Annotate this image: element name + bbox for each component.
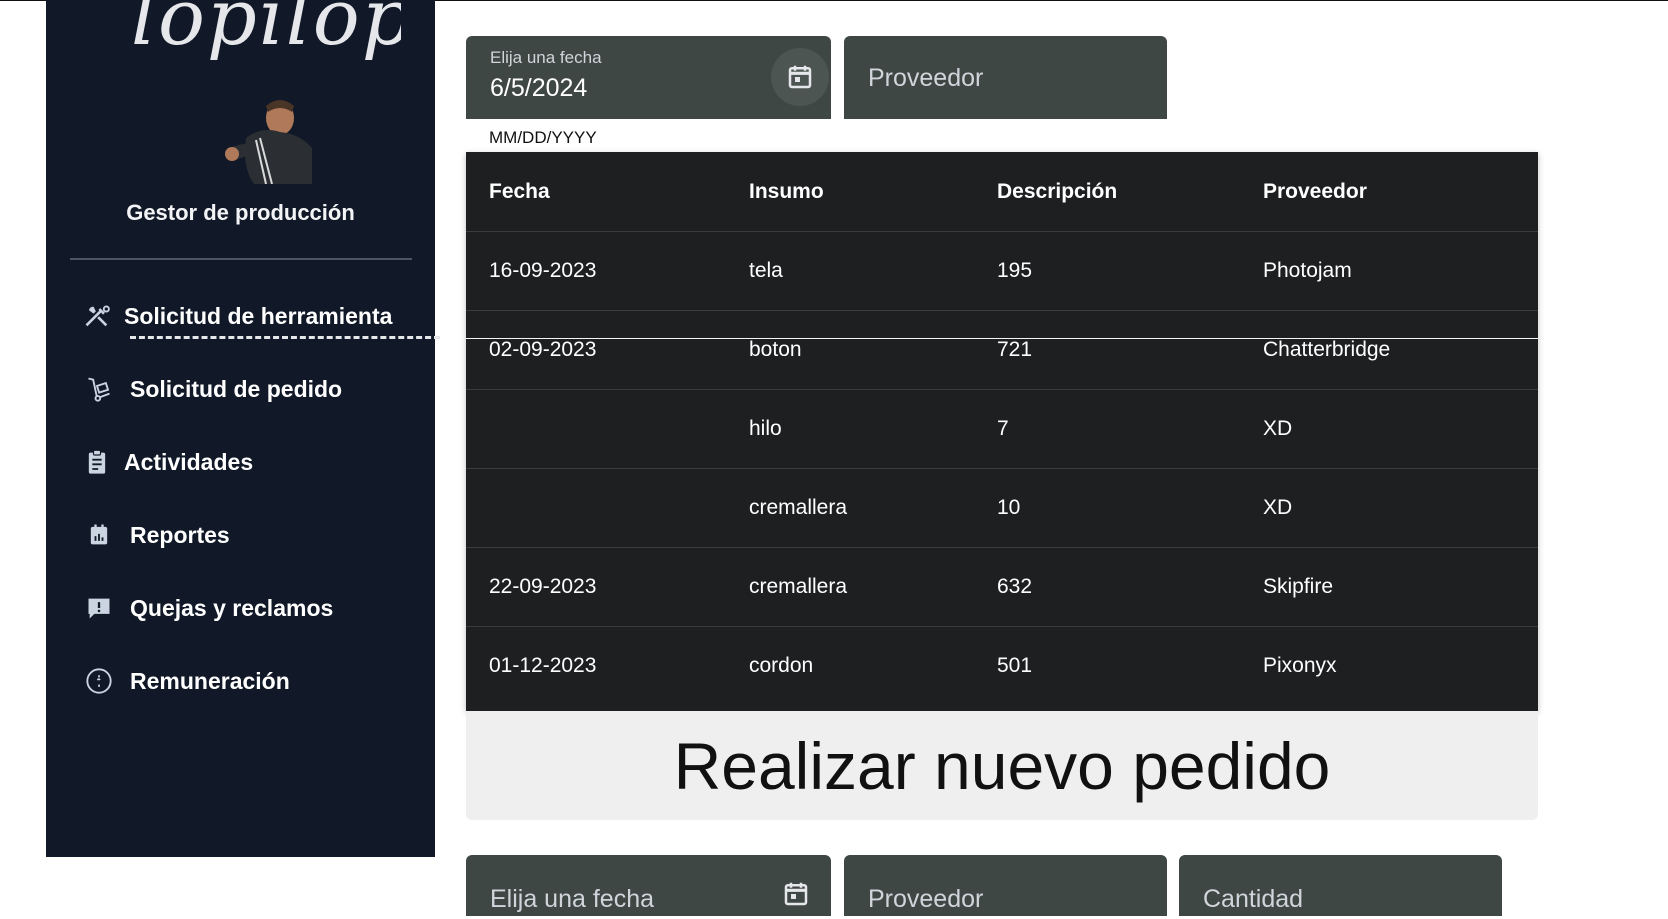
- cell-proveedor: Photojam: [1263, 259, 1352, 282]
- sidebar-title: Gestor de producción: [126, 200, 355, 225]
- cell-insumo: tela: [749, 259, 783, 282]
- new-order-date-placeholder: Elija una fecha: [490, 885, 655, 913]
- feedback-icon: [84, 593, 114, 623]
- cell-descripcion: 501: [997, 654, 1033, 677]
- cell-fecha: 01-12-2023: [489, 654, 597, 677]
- sidebar-item-actividades[interactable]: Actividades: [82, 444, 253, 480]
- new-order-title: Realizar nuevo pedido: [673, 728, 1331, 803]
- table-row[interactable]: 16-09-2023 tela 195 Photojam: [466, 231, 1538, 311]
- new-order-quantity-field[interactable]: Cantidad: [1179, 855, 1502, 916]
- cell-proveedor: Skipfire: [1263, 575, 1334, 598]
- calendar-button[interactable]: [771, 869, 821, 919]
- orders-table: Fecha Insumo Descripción Proveedor 16-09…: [466, 152, 1538, 711]
- sidebar-item-label: Actividades: [124, 448, 254, 475]
- table-row[interactable]: cremallera 10 XD: [466, 468, 1538, 548]
- cell-fecha: 22-09-2023: [489, 575, 597, 598]
- sidebar-item-quejas[interactable]: Quejas y reclamos: [84, 590, 333, 626]
- cell-proveedor: Pixonyx: [1263, 654, 1337, 677]
- table-row[interactable]: 01-12-2023 cordon 501 Pixonyx: [466, 626, 1538, 705]
- provider-filter-input[interactable]: Proveedor: [844, 36, 1167, 119]
- table-row[interactable]: 22-09-2023 cremallera 632 Skipfire: [466, 547, 1538, 627]
- calendar-icon: [784, 882, 808, 906]
- sidebar-divider: [70, 258, 412, 260]
- scroll-artifact: [130, 336, 440, 341]
- date-field-label: Elija una fecha: [490, 48, 602, 67]
- sidebar-item-label: Solicitud de herramienta: [124, 302, 393, 329]
- sidebar-item-solicitud-herramienta[interactable]: Solicitud de herramienta: [82, 298, 392, 334]
- cell-descripcion: 195: [997, 259, 1033, 282]
- cell-proveedor: Chatterbridge: [1263, 338, 1391, 361]
- cell-insumo: cremallera: [749, 496, 848, 519]
- dollar-circle-icon: [84, 666, 114, 696]
- sidebar-item-label: Reportes: [130, 521, 230, 548]
- cell-fecha: 16-09-2023: [489, 259, 597, 282]
- avatar: [196, 88, 328, 185]
- cell-insumo: boton: [749, 338, 802, 361]
- calendar-button[interactable]: [771, 48, 829, 106]
- dolly-icon: [84, 374, 114, 404]
- cell-insumo: cordon: [749, 654, 814, 677]
- new-order-date-field[interactable]: Elija una fecha: [466, 855, 831, 916]
- sidebar: lopilop Gestor de producción Solicitud d…: [46, 0, 440, 857]
- cell-insumo: hilo: [749, 417, 782, 440]
- date-format-hint: MM/DD/YYYY: [489, 128, 597, 147]
- new-order-button[interactable]: Realizar nuevo pedido: [466, 711, 1538, 820]
- cell-descripcion: 7: [997, 417, 1009, 440]
- table-row[interactable]: 02-09-2023 boton 721 Chatterbridge: [466, 310, 1538, 390]
- provider-placeholder: Proveedor: [868, 64, 984, 92]
- new-order-provider-field[interactable]: Proveedor: [844, 855, 1167, 916]
- new-order-provider-placeholder: Proveedor: [868, 885, 984, 913]
- column-header[interactable]: Proveedor: [1263, 152, 1367, 231]
- sidebar-item-reportes[interactable]: Reportes: [84, 517, 230, 553]
- cell-descripcion: 721: [997, 338, 1033, 361]
- cell-descripcion: 632: [997, 575, 1033, 598]
- sidebar-item-label: Quejas y reclamos: [130, 594, 334, 621]
- brand-logo: lopilop: [131, 0, 401, 63]
- column-header[interactable]: Descripción: [997, 152, 1117, 231]
- cell-proveedor: XD: [1263, 496, 1293, 519]
- render-artifact-line: [466, 338, 1538, 339]
- cell-insumo: cremallera: [749, 575, 848, 598]
- column-header[interactable]: Fecha: [489, 152, 550, 231]
- new-order-quantity-placeholder: Cantidad: [1203, 885, 1304, 913]
- column-header[interactable]: Insumo: [749, 152, 824, 231]
- sidebar-item-label: Solicitud de pedido: [130, 375, 343, 402]
- cell-proveedor: XD: [1263, 417, 1293, 440]
- date-picker-field[interactable]: Elija una fecha 6/5/2024: [466, 36, 831, 119]
- table-row[interactable]: hilo 7 XD: [466, 389, 1538, 469]
- sidebar-item-remuneracion[interactable]: Remuneración: [84, 663, 290, 699]
- cell-descripcion: 10: [997, 496, 1021, 519]
- sidebar-item-label: Remuneración: [130, 667, 290, 694]
- calendar-icon: [788, 65, 812, 89]
- tools-icon: [82, 301, 112, 331]
- table-header-row: Fecha Insumo Descripción Proveedor: [466, 152, 1538, 232]
- sidebar-item-solicitud-pedido[interactable]: Solicitud de pedido: [84, 371, 342, 407]
- calendar-report-icon: [84, 520, 114, 550]
- date-field-value: 6/5/2024: [490, 74, 588, 102]
- cell-fecha: 02-09-2023: [489, 338, 597, 361]
- clipboard-icon: [82, 447, 112, 477]
